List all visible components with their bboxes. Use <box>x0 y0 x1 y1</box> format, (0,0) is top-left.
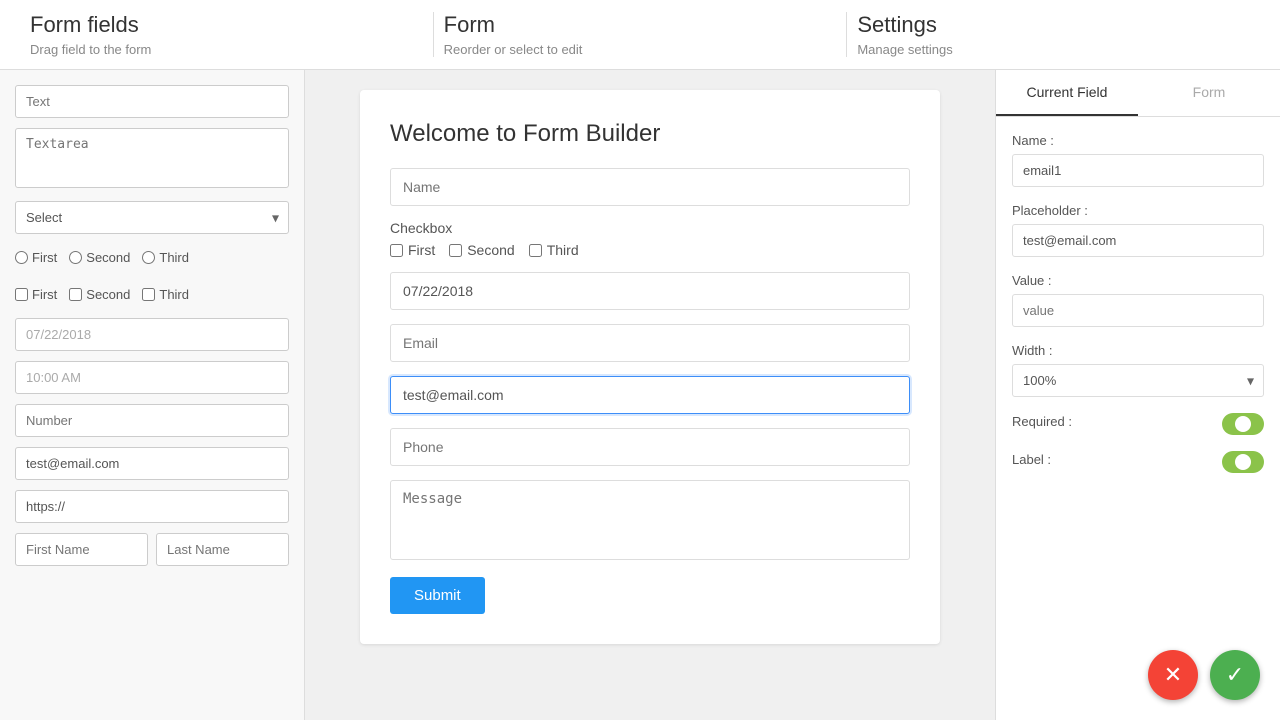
form-date-input[interactable] <box>390 272 910 310</box>
settings-label-label: Label : <box>1012 452 1051 467</box>
textarea-input[interactable] <box>15 128 289 188</box>
header-form-title: Form <box>444 12 837 38</box>
firstname-input[interactable] <box>15 533 148 566</box>
form-name-input[interactable] <box>390 168 910 206</box>
form-email-field <box>390 324 910 362</box>
name-group <box>15 533 289 566</box>
form-email-input[interactable] <box>390 324 910 362</box>
url-input[interactable] <box>15 490 289 523</box>
settings-value-row: Value : <box>1012 273 1264 327</box>
field-textarea <box>15 128 289 191</box>
settings-width-select-wrapper: 100% 75% 50% 25% <box>1012 364 1264 397</box>
form-phone-field <box>390 428 910 466</box>
form-message-textarea[interactable] <box>390 480 910 560</box>
form-email-active-field <box>390 376 910 414</box>
settings-width-row: Width : 100% 75% 50% 25% <box>1012 343 1264 397</box>
form-email-active-input[interactable] <box>390 376 910 414</box>
required-toggle-slider <box>1222 413 1264 435</box>
field-checkbox: First Second Third <box>15 281 289 308</box>
label-toggle-slider <box>1222 451 1264 473</box>
label-toggle[interactable] <box>1222 451 1264 473</box>
field-name <box>15 533 289 566</box>
settings-placeholder-label: Placeholder : <box>1012 203 1264 218</box>
form-checkbox-group: First Second Third <box>390 242 910 258</box>
checkbox-group: First Second Third <box>15 281 289 308</box>
settings-placeholder-input[interactable] <box>1012 224 1264 257</box>
form-checkbox-field: Checkbox First Second Third <box>390 220 910 258</box>
field-text <box>15 85 289 118</box>
settings-value-label: Value : <box>1012 273 1264 288</box>
form-checkbox-second[interactable]: Second <box>449 242 514 258</box>
form-card: Welcome to Form Builder Checkbox First S… <box>360 90 940 644</box>
radio-group: First Second Third <box>15 244 289 271</box>
settings-name-input[interactable] <box>1012 154 1264 187</box>
header-settings-title: Settings <box>857 12 1250 38</box>
radio-first[interactable]: First <box>15 250 57 265</box>
settings-name-label: Name : <box>1012 133 1264 148</box>
form-message-field <box>390 480 910 563</box>
main-area: Select First Second Third First Second T… <box>0 70 1280 720</box>
header-form-subtitle: Reorder or select to edit <box>444 42 837 57</box>
field-date <box>15 318 289 351</box>
form-checkbox-third[interactable]: Third <box>529 242 579 258</box>
settings-tabs: Current Field Form <box>996 70 1280 117</box>
checkbox-second[interactable]: Second <box>69 287 130 302</box>
settings-placeholder-row: Placeholder : <box>1012 203 1264 257</box>
settings-label-row: Label : <box>1012 451 1264 473</box>
left-panel: Select First Second Third First Second T… <box>0 70 305 720</box>
center-panel: Welcome to Form Builder Checkbox First S… <box>305 70 995 720</box>
header: Form fields Drag field to the form Form … <box>0 0 1280 70</box>
field-radio: First Second Third <box>15 244 289 271</box>
field-url <box>15 490 289 523</box>
header-form: Form Reorder or select to edit <box>434 12 848 57</box>
field-select: Select <box>15 201 289 234</box>
header-settings: Settings Manage settings <box>847 12 1260 57</box>
form-checkbox-first[interactable]: First <box>390 242 435 258</box>
field-time <box>15 361 289 394</box>
right-panel: Current Field Form Name : Placeholder : … <box>995 70 1280 720</box>
form-title: Welcome to Form Builder <box>390 120 910 148</box>
tab-current-field[interactable]: Current Field <box>996 70 1138 116</box>
time-input[interactable] <box>15 361 289 394</box>
form-phone-input[interactable] <box>390 428 910 466</box>
text-input[interactable] <box>15 85 289 118</box>
select-wrapper: Select <box>15 201 289 234</box>
action-buttons: ✕ ✓ <box>1148 650 1260 700</box>
number-input[interactable] <box>15 404 289 437</box>
lastname-input[interactable] <box>156 533 289 566</box>
form-date-field <box>390 272 910 310</box>
confirm-button[interactable]: ✓ <box>1210 650 1260 700</box>
email-input[interactable] <box>15 447 289 480</box>
checkbox-first[interactable]: First <box>15 287 57 302</box>
settings-required-row: Required : <box>1012 413 1264 435</box>
cancel-button[interactable]: ✕ <box>1148 650 1198 700</box>
settings-value-input[interactable] <box>1012 294 1264 327</box>
field-email <box>15 447 289 480</box>
settings-body: Name : Placeholder : Value : Width : 100… <box>996 117 1280 505</box>
select-input[interactable]: Select <box>15 201 289 234</box>
submit-button[interactable]: Submit <box>390 577 485 614</box>
radio-second[interactable]: Second <box>69 250 130 265</box>
settings-name-row: Name : <box>1012 133 1264 187</box>
tab-form[interactable]: Form <box>1138 70 1280 116</box>
header-settings-subtitle: Manage settings <box>857 42 1250 57</box>
settings-required-label: Required : <box>1012 414 1072 429</box>
radio-third[interactable]: Third <box>142 250 189 265</box>
required-toggle[interactable] <box>1222 413 1264 435</box>
header-form-fields-title: Form fields <box>30 12 423 38</box>
checkbox-third[interactable]: Third <box>142 287 189 302</box>
field-number <box>15 404 289 437</box>
checkbox-field-label: Checkbox <box>390 220 910 236</box>
date-input[interactable] <box>15 318 289 351</box>
header-form-fields-subtitle: Drag field to the form <box>30 42 423 57</box>
settings-width-select[interactable]: 100% 75% 50% 25% <box>1012 364 1264 397</box>
header-form-fields: Form fields Drag field to the form <box>20 12 434 57</box>
form-name-field <box>390 168 910 206</box>
settings-width-label: Width : <box>1012 343 1264 358</box>
